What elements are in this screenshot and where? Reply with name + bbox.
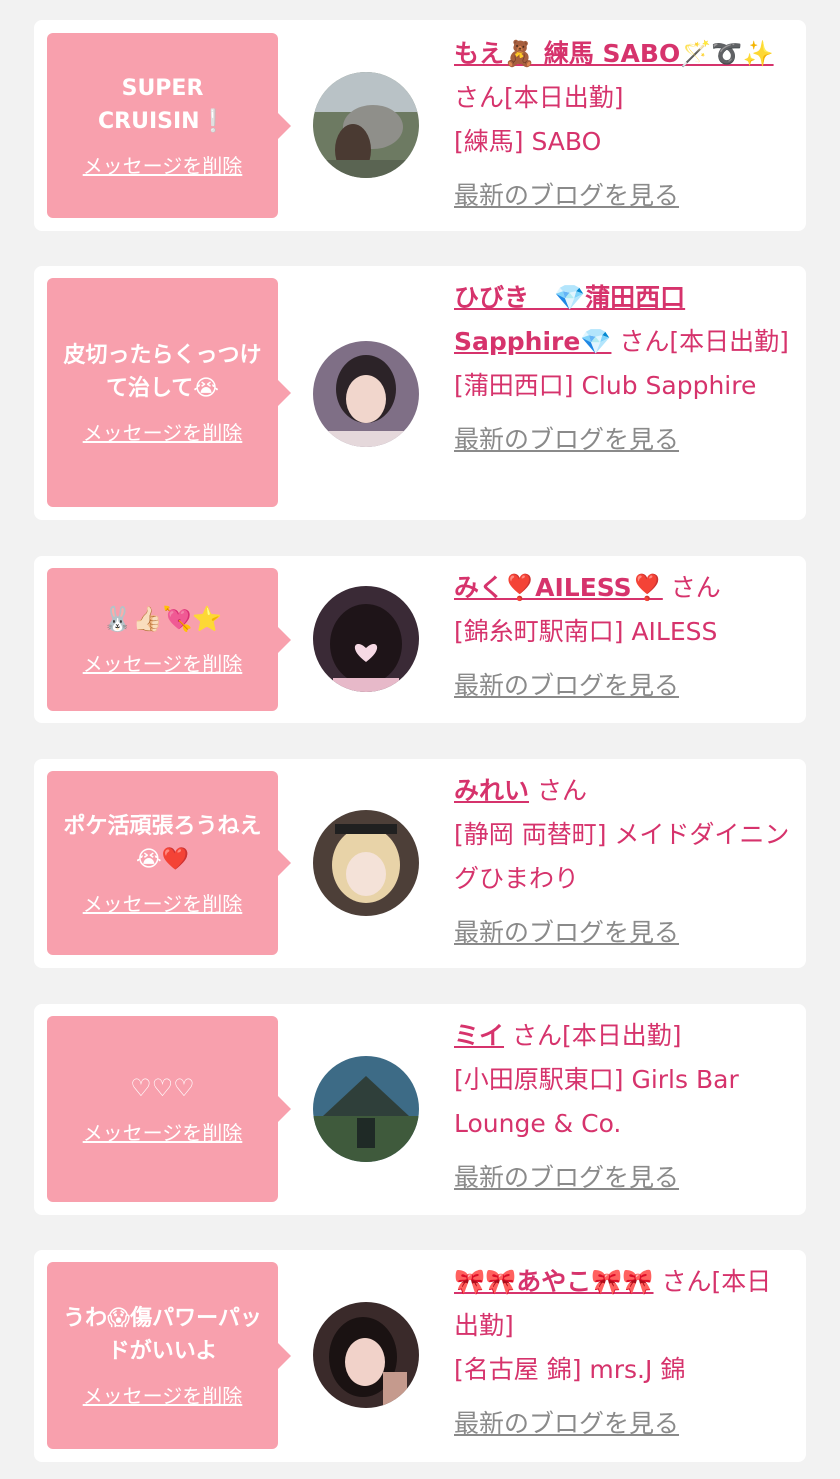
message-card: ♡♡♡ メッセージを削除 ミイ さん[本日出勤] [小田原駅東口] Girls … [34, 1004, 806, 1215]
cast-suffix: さん [670, 573, 721, 602]
avatar-photo-portrait [313, 341, 419, 447]
message-bubble: 皮切ったらくっつけて治して😭 メッセージを削除 [47, 278, 291, 507]
cast-name-link[interactable]: ミイ [454, 1021, 504, 1050]
message-text: ポケ活頑張ろうねえ😭❤️ [63, 813, 262, 872]
cast-info: 🎀🎀あやこ🎀🎀 さん[本日出勤] [名古屋 錦] mrs.J 錦 最新のブログを… [454, 1260, 794, 1446]
latest-blog-link[interactable]: 最新のブログを見る [454, 664, 679, 708]
cast-info: もえ🧸 練馬 SABO🪄➰✨ さん[本日出勤] [練馬] SABO 最新のブログ… [454, 32, 794, 218]
message-text: うわ😱傷パワーパッドがいいよ [63, 1306, 262, 1364]
delete-message-link[interactable]: メッセージを削除 [83, 648, 243, 677]
latest-blog-link[interactable]: 最新のブログを見る [454, 418, 679, 462]
shop-name: [名古屋 錦] mrs.J 錦 [454, 1355, 686, 1384]
cast-info: ひびき 💎蒲田西口Sapphire💎 さん[本日出勤] [蒲田西口] Club … [454, 276, 794, 462]
cast-info: ミイ さん[本日出勤] [小田原駅東口] Girls Bar Lounge & … [454, 1014, 794, 1200]
shop-name: [小田原駅東口] Girls Bar Lounge & Co. [454, 1065, 739, 1138]
cast-suffix: さん[本日出勤] [511, 1021, 682, 1050]
cast-name-link[interactable]: もえ🧸 練馬 SABO🪄➰✨ [454, 39, 774, 68]
cast-info: みく❣️AILESS❣️ さん [錦糸町駅南口] AILESS 最新のブログを見… [454, 566, 794, 708]
cast-name-link[interactable]: 🎀🎀あやこ🎀🎀 [454, 1267, 654, 1296]
avatar-photo-selfie [313, 1302, 419, 1408]
message-bubble: ♡♡♡ メッセージを削除 [47, 1016, 291, 1202]
avatar-photo-maid [313, 810, 419, 916]
message-list: SUPER CRUISIN❕ メッセージを削除 もえ🧸 練馬 SABO🪄➰✨ さ… [0, 0, 840, 1479]
message-text: ♡♡♡ [130, 1074, 195, 1102]
avatar[interactable] [313, 72, 419, 178]
message-card: 🐰👍🏻💘⭐ メッセージを削除 みく❣️AILESS❣️ さん [錦糸町駅南口] … [34, 556, 806, 723]
cast-name-link[interactable]: みれい [454, 776, 529, 805]
avatar[interactable] [313, 1056, 419, 1162]
avatar[interactable] [313, 1302, 419, 1408]
avatar[interactable] [313, 810, 419, 916]
message-bubble: SUPER CRUISIN❕ メッセージを削除 [47, 33, 291, 218]
delete-message-link[interactable]: メッセージを削除 [83, 888, 243, 917]
shop-name: [練馬] SABO [454, 127, 602, 156]
delete-message-link[interactable]: メッセージを削除 [83, 417, 243, 446]
shop-name: [静岡 両替町] メイドダイニングひまわり [454, 820, 790, 893]
avatar[interactable] [313, 341, 419, 447]
message-card: SUPER CRUISIN❕ メッセージを削除 もえ🧸 練馬 SABO🪄➰✨ さ… [34, 20, 806, 231]
latest-blog-link[interactable]: 最新のブログを見る [454, 174, 679, 218]
message-card: 皮切ったらくっつけて治して😭 メッセージを削除 ひびき 💎蒲田西口Sapphir… [34, 266, 806, 520]
delete-message-link[interactable]: メッセージを削除 [83, 1380, 243, 1409]
delete-message-link[interactable]: メッセージを削除 [83, 150, 243, 179]
avatar-photo-park [313, 1056, 419, 1162]
cast-suffix: さん [536, 776, 587, 805]
delete-message-link[interactable]: メッセージを削除 [83, 1117, 243, 1146]
latest-blog-link[interactable]: 最新のブログを見る [454, 911, 679, 955]
cast-suffix: さん[本日出勤] [619, 327, 789, 356]
avatar-photo-outdoor [313, 72, 419, 178]
message-text: SUPER CRUISIN❕ [98, 76, 227, 134]
message-bubble: うわ😱傷パワーパッドがいいよ メッセージを削除 [47, 1262, 291, 1449]
shop-name: [錦糸町駅南口] AILESS [454, 617, 718, 646]
message-text: 🐰👍🏻💘⭐ [102, 604, 223, 633]
cast-suffix: さん[本日出勤] [454, 83, 624, 112]
avatar[interactable] [313, 586, 419, 692]
message-card: うわ😱傷パワーパッドがいいよ メッセージを削除 🎀🎀あやこ🎀🎀 さん[本日出勤]… [34, 1250, 806, 1462]
shop-name: [蒲田西口] Club Sapphire [454, 371, 757, 400]
message-text: 皮切ったらくっつけて治して😭 [63, 343, 262, 401]
message-bubble: 🐰👍🏻💘⭐ メッセージを削除 [47, 568, 291, 711]
message-bubble: ポケ活頑張ろうねえ😭❤️ メッセージを削除 [47, 771, 291, 955]
message-card: ポケ活頑張ろうねえ😭❤️ メッセージを削除 みれい さん [静岡 両替町] メイ… [34, 759, 806, 968]
cast-info: みれい さん [静岡 両替町] メイドダイニングひまわり 最新のブログを見る [454, 769, 794, 955]
latest-blog-link[interactable]: 最新のブログを見る [454, 1156, 679, 1200]
cast-name-link[interactable]: みく❣️AILESS❣️ [454, 573, 663, 602]
avatar-photo-heart [313, 586, 419, 692]
latest-blog-link[interactable]: 最新のブログを見る [454, 1402, 679, 1446]
